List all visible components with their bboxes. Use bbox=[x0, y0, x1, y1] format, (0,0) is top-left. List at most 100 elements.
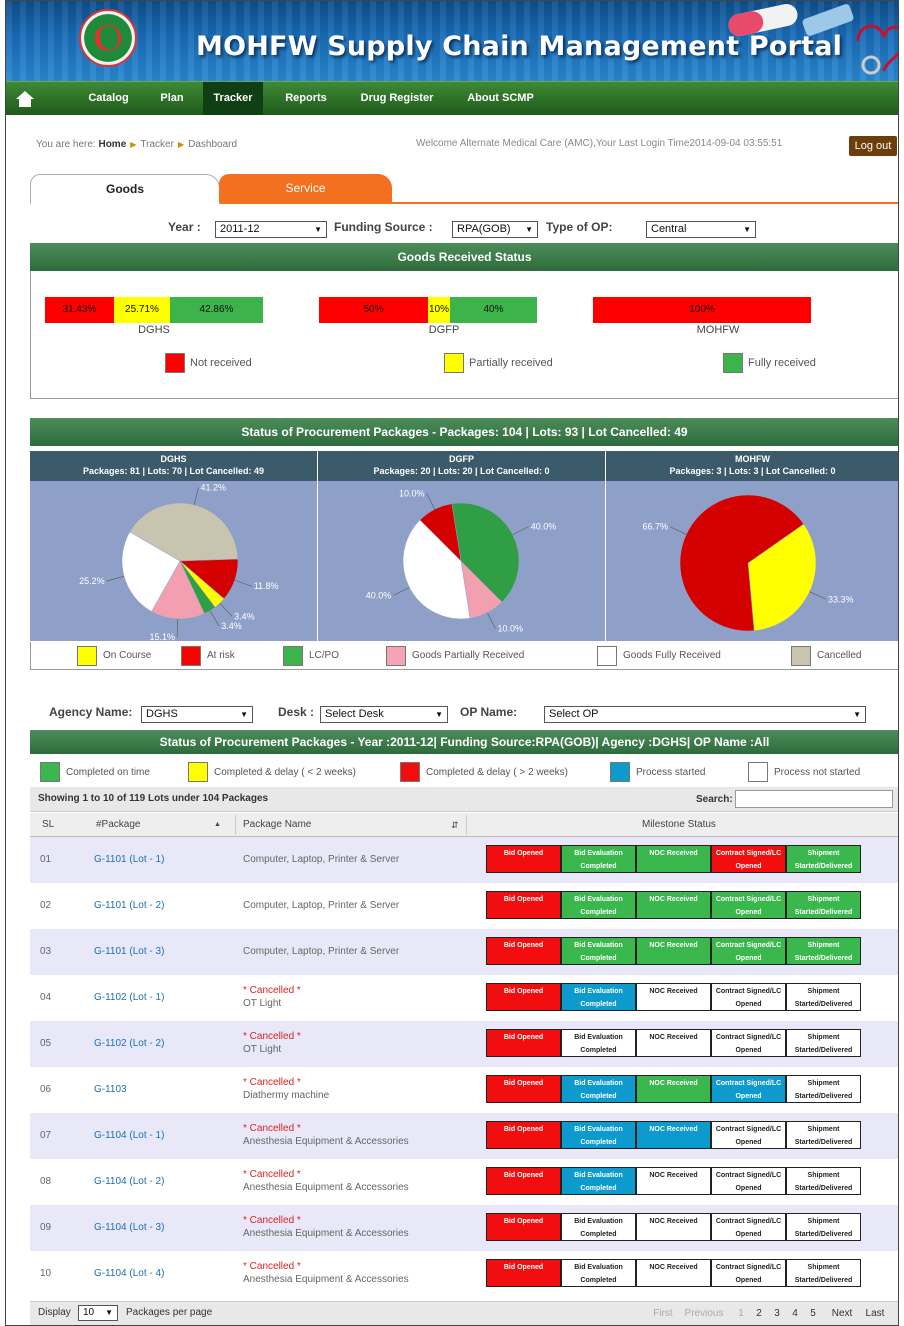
row-package-link[interactable]: G-1104 (Lot - 3) bbox=[94, 1222, 164, 1233]
legend-partial: Partially received bbox=[469, 357, 553, 369]
page-5-button[interactable]: 5 bbox=[807, 1306, 819, 1322]
legend-long-delay-swatch bbox=[400, 762, 420, 782]
page-previous-button[interactable]: Previous bbox=[682, 1306, 726, 1322]
milestone-cell: Bid Evaluation Completed bbox=[561, 845, 636, 873]
page-1-button[interactable]: 1 bbox=[735, 1306, 747, 1322]
per-page-suffix: Packages per page bbox=[126, 1307, 213, 1318]
display-label: Display bbox=[38, 1307, 71, 1318]
agency-name-select[interactable]: DGHS ▼ bbox=[141, 706, 253, 723]
dghs-bar-label: DGHS bbox=[138, 324, 170, 336]
milestone-cell: Bid Opened bbox=[486, 1213, 561, 1241]
op-name-label: OP Name: bbox=[460, 705, 518, 719]
tab-service[interactable]: Service bbox=[219, 174, 392, 202]
row-cancelled-flag: * Cancelled * bbox=[243, 1169, 301, 1180]
page-first-button[interactable]: First bbox=[650, 1306, 676, 1322]
dghs-pane-header: DGHS Packages: 81 | Lots: 70 | Lot Cance… bbox=[30, 451, 317, 481]
search-input[interactable] bbox=[735, 790, 893, 808]
table-row: 03 G-1101 (Lot - 3) Computer, Laptop, Prin… bbox=[30, 929, 898, 975]
milestone-cell: Shipment Started/Delivered bbox=[786, 891, 861, 919]
dgfp-pie-pane: 10.0% 40.0% 10.0% 40.0% bbox=[318, 481, 605, 641]
dropdown-arrow-icon: ▼ bbox=[240, 710, 248, 719]
welcome-message: Welcome Alternate Medical Care (AMC),You… bbox=[416, 138, 783, 149]
row-package-link[interactable]: G-1101 (Lot - 3) bbox=[94, 946, 164, 957]
dgfp-pane-title: DGFP bbox=[448, 454, 474, 464]
page-2-button[interactable]: 2 bbox=[753, 1306, 765, 1322]
row-package-link[interactable]: G-1101 (Lot - 1) bbox=[94, 854, 164, 865]
legend-fully-received: Goods Fully Received bbox=[623, 650, 721, 661]
table-row: 07 G-1104 (Lot - 1) * Cancelled * Anesthesi… bbox=[30, 1113, 898, 1159]
pie-slice-label: 25.2% bbox=[79, 576, 105, 586]
year-select[interactable]: 2011-12 ▼ bbox=[215, 221, 327, 238]
pie-label-connector bbox=[193, 487, 199, 505]
nav-drug-register[interactable]: Drug Register bbox=[351, 82, 443, 115]
dghs-pane-title: DGHS bbox=[160, 454, 187, 464]
op-type-select[interactable]: Central ▼ bbox=[646, 221, 756, 238]
row-package-link[interactable]: G-1102 (Lot - 2) bbox=[94, 1038, 164, 1049]
page-next-button[interactable]: Next bbox=[827, 1306, 857, 1322]
row-package-link[interactable]: G-1104 (Lot - 2) bbox=[94, 1176, 164, 1187]
logout-button[interactable]: Log out bbox=[849, 136, 897, 156]
sort-both-icon[interactable]: ⇵ bbox=[451, 813, 459, 837]
milestone-cell: NOC Received bbox=[636, 1121, 711, 1149]
tab-goods[interactable]: Goods bbox=[30, 174, 220, 204]
table-row: 09 G-1104 (Lot - 3) * Cancelled * Anesthesi… bbox=[30, 1205, 898, 1251]
table-footer: Display 10 ▼ Packages per page First Prev… bbox=[30, 1301, 898, 1325]
row-package-name: Diathermy machine bbox=[243, 1090, 330, 1101]
legend-not-received: Not received bbox=[190, 357, 252, 369]
row-sl: 10 bbox=[40, 1268, 52, 1279]
legend-on-course: On Course bbox=[103, 650, 152, 661]
nav-plan[interactable]: Plan bbox=[151, 82, 193, 115]
row-package-link[interactable]: G-1101 (Lot - 2) bbox=[94, 900, 164, 911]
funding-source-select-value: RPA(GOB) bbox=[457, 223, 511, 235]
row-package-link[interactable]: G-1102 (Lot - 1) bbox=[94, 992, 164, 1003]
header-sl[interactable]: SL bbox=[42, 813, 54, 837]
home-icon[interactable] bbox=[14, 89, 36, 109]
year-label: Year : bbox=[168, 220, 201, 234]
mohfw-pane-subtitle: Packages: 3 | Lots: 3 | Lot Cancelled: 0 bbox=[669, 466, 836, 476]
page-4-button[interactable]: 4 bbox=[789, 1306, 801, 1322]
milestone-cell: Contract Signed/LC Opened bbox=[711, 1075, 786, 1103]
pie-slice-label: 66.7% bbox=[642, 522, 668, 532]
milestone-cell: NOC Received bbox=[636, 1075, 711, 1103]
header-package-name[interactable]: Package Name bbox=[243, 813, 311, 837]
nav-catalog[interactable]: Catalog bbox=[76, 82, 141, 115]
milestone-cell: Bid Evaluation Completed bbox=[561, 891, 636, 919]
row-package-link[interactable]: G-1104 (Lot - 1) bbox=[94, 1130, 164, 1141]
legend-not-received-swatch bbox=[165, 353, 185, 373]
desk-select[interactable]: Select Desk ▼ bbox=[320, 706, 448, 723]
sort-asc-icon[interactable]: ▲ bbox=[214, 813, 221, 837]
mohfw-pane-title: MOHFW bbox=[735, 454, 770, 464]
row-package-link[interactable]: G-1103 bbox=[94, 1084, 127, 1095]
pie-label-connector bbox=[669, 526, 687, 535]
main-nav: Catalog Plan Tracker Reports Drug Regist… bbox=[6, 81, 898, 115]
row-package-link[interactable]: G-1104 (Lot - 4) bbox=[94, 1268, 164, 1279]
desk-label: Desk : bbox=[278, 705, 315, 719]
mohfw-pane-header: MOHFW Packages: 3 | Lots: 3 | Lot Cancel… bbox=[606, 451, 898, 481]
dgfp-bar-label: DGFP bbox=[428, 324, 460, 336]
mohfw-pie-pane: 33.3% 66.7% bbox=[606, 481, 898, 641]
page-last-button[interactable]: Last bbox=[862, 1306, 888, 1322]
dgfp-pane-subtitle: Packages: 20 | Lots: 20 | Lot Cancelled:… bbox=[373, 466, 550, 476]
milestone-cell: Bid Evaluation Completed bbox=[561, 937, 636, 965]
legend-on-time: Completed on time bbox=[66, 767, 150, 778]
op-name-select[interactable]: Select OP ▼ bbox=[544, 706, 866, 723]
header-package[interactable]: #Package bbox=[96, 813, 140, 837]
milestone-cell: Shipment Started/Delivered bbox=[786, 1121, 861, 1149]
legend-partially-received: Goods Partially Received bbox=[412, 650, 525, 661]
row-package-name: Anesthesia Equipment & Accessories bbox=[243, 1274, 409, 1285]
breadcrumb-home[interactable]: Home bbox=[98, 139, 126, 150]
goods-status-header: Goods Received Status bbox=[30, 243, 898, 271]
nav-about-scmp[interactable]: About SCMP bbox=[458, 82, 543, 115]
milestone-legend: Completed on time Completed & delay ( < … bbox=[30, 759, 898, 785]
per-page-select[interactable]: 10 ▼ bbox=[78, 1305, 118, 1321]
page-3-button[interactable]: 3 bbox=[771, 1306, 783, 1322]
nav-tracker[interactable]: Tracker bbox=[203, 82, 263, 115]
row-package-name: Computer, Laptop, Printer & Server bbox=[243, 900, 400, 911]
funding-source-select[interactable]: RPA(GOB) ▼ bbox=[452, 221, 538, 238]
milestone-cell: Bid Evaluation Completed bbox=[561, 1259, 636, 1287]
breadcrumb-tracker[interactable]: Tracker bbox=[140, 139, 174, 150]
milestone-cell: Shipment Started/Delivered bbox=[786, 1259, 861, 1287]
table-row: 10 G-1104 (Lot - 4) * Cancelled * Anesthesi… bbox=[30, 1251, 898, 1297]
milestone-cell: Bid Evaluation Completed bbox=[561, 1029, 636, 1057]
nav-reports[interactable]: Reports bbox=[276, 82, 336, 115]
